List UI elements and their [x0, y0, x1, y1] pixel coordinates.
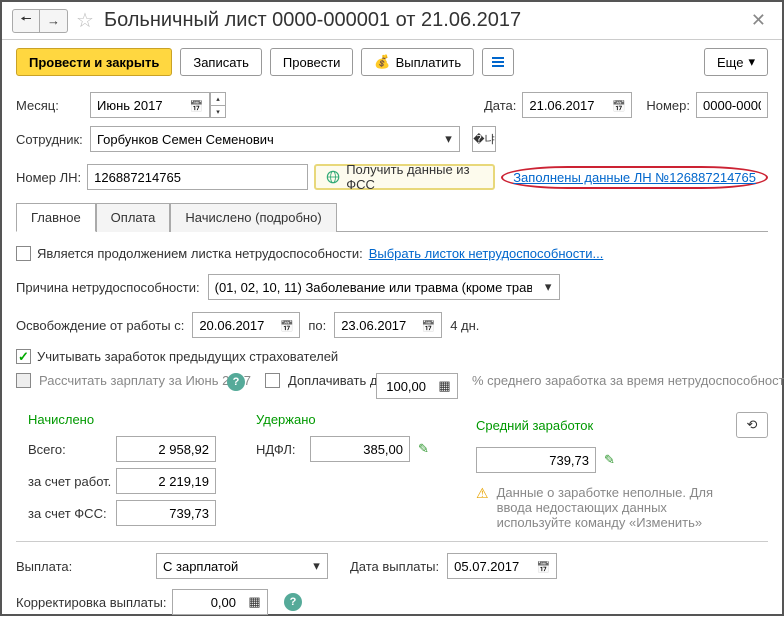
- pay-extra-checkbox[interactable]: [265, 373, 280, 388]
- payout-date-input[interactable]: [447, 553, 531, 579]
- favorite-star-icon[interactable]: ☆: [76, 8, 94, 33]
- calendar-icon: [612, 98, 626, 113]
- nav-back-button[interactable]: 🠔: [12, 9, 40, 33]
- pay-extra-calc[interactable]: ▦: [432, 373, 458, 399]
- ln-filled-link[interactable]: Заполнены данные ЛН №126887214765: [501, 166, 768, 189]
- continuation-label: Является продолжением листка нетрудоспос…: [37, 246, 363, 261]
- continuation-checkbox[interactable]: [16, 246, 31, 261]
- date-calendar-button[interactable]: [606, 92, 632, 118]
- payout-date-calendar[interactable]: [531, 553, 557, 579]
- total-input[interactable]: [116, 436, 216, 462]
- warning-text: Данные о заработке неполные. Для ввода н…: [497, 485, 737, 530]
- reason-input[interactable]: [208, 274, 538, 300]
- more-button[interactable]: Еще ▾: [704, 48, 768, 76]
- tab-accrued[interactable]: Начислено (подробно): [170, 203, 336, 232]
- release-from-label: Освобождение от работы с:: [16, 318, 184, 333]
- window-title: Больничный лист 0000-000001 от 21.06.201…: [104, 9, 745, 32]
- avg-edit-icon[interactable]: ✎: [604, 452, 615, 468]
- close-button[interactable]: ✕: [745, 10, 772, 31]
- chevron-down-icon: ▾: [748, 54, 755, 70]
- tab-main[interactable]: Главное: [16, 203, 96, 232]
- get-fss-data-button[interactable]: Получить данные из ФСС: [314, 164, 495, 190]
- tab-payment[interactable]: Оплата: [96, 203, 171, 232]
- release-to-label: по:: [308, 318, 326, 333]
- correction-input[interactable]: [172, 589, 242, 615]
- payout-input[interactable]: [156, 553, 306, 579]
- ndfl-edit-icon[interactable]: ✎: [418, 441, 429, 457]
- release-to-input[interactable]: [334, 312, 416, 338]
- ndfl-label: НДФЛ:: [256, 442, 302, 457]
- pay-button[interactable]: Выплатить: [361, 48, 474, 76]
- ln-number-label: Номер ЛН:: [16, 170, 81, 185]
- payout-date-label: Дата выплаты:: [350, 559, 439, 574]
- correction-label: Корректировка выплаты:: [16, 595, 164, 610]
- globe-icon: [326, 169, 340, 185]
- prev-insurers-checkbox[interactable]: [16, 349, 31, 364]
- refresh-button[interactable]: ⟲: [736, 412, 768, 438]
- fss-part-label: за счет ФСС:: [16, 506, 108, 521]
- date-label: Дата:: [484, 98, 516, 113]
- correction-calc[interactable]: ▦: [242, 589, 268, 615]
- employee-label: Сотрудник:: [16, 132, 84, 147]
- total-label: Всего:: [16, 442, 108, 457]
- pay-extra-label: Доплачивать до: [288, 373, 368, 388]
- calendar-icon: [280, 318, 294, 333]
- recalc-salary-label: Рассчитать зарплату за Июнь 2017: [39, 373, 219, 388]
- payout-label: Выплата:: [16, 559, 148, 574]
- release-to-calendar[interactable]: [416, 312, 442, 338]
- list-icon: [492, 57, 504, 67]
- avg-header: Средний заработок: [476, 418, 736, 433]
- reason-label: Причина нетрудоспособности:: [16, 280, 200, 295]
- employee-dropdown-button[interactable]: ▾: [438, 126, 460, 152]
- calendar-icon: [537, 559, 551, 574]
- employer-input[interactable]: [116, 468, 216, 494]
- days-label: 4 дн.: [450, 318, 479, 333]
- reason-dropdown-button[interactable]: ▾: [538, 274, 560, 300]
- employer-label: за счет работ.: [16, 474, 108, 489]
- date-input[interactable]: [522, 92, 606, 118]
- month-spinner[interactable]: ▴▾: [210, 92, 226, 118]
- save-button[interactable]: Записать: [180, 48, 262, 76]
- accrued-header: Начислено: [16, 412, 236, 427]
- number-input[interactable]: [696, 92, 768, 118]
- submit-button[interactable]: Провести: [270, 48, 354, 76]
- release-from-input[interactable]: [192, 312, 274, 338]
- month-calendar-button[interactable]: [184, 92, 210, 118]
- release-from-calendar[interactable]: [274, 312, 300, 338]
- warning-icon: ⚠: [476, 485, 489, 502]
- payout-dropdown-button[interactable]: ▾: [306, 553, 328, 579]
- avg-input[interactable]: [476, 447, 596, 473]
- recalc-salary-checkbox: [16, 373, 31, 388]
- percent-note: % среднего заработка за время нетрудоспо…: [472, 373, 712, 388]
- employee-input[interactable]: [90, 126, 438, 152]
- calendar-icon: [422, 318, 436, 333]
- pay-extra-input[interactable]: [376, 373, 432, 399]
- calendar-icon: [190, 98, 204, 113]
- withheld-header: Удержано: [256, 412, 456, 427]
- ln-number-input[interactable]: [87, 164, 308, 190]
- month-input[interactable]: [90, 92, 184, 118]
- fss-part-input[interactable]: [116, 500, 216, 526]
- ndfl-input[interactable]: [310, 436, 410, 462]
- submit-close-button[interactable]: Провести и закрыть: [16, 48, 172, 76]
- help-recalc-button[interactable]: ?: [227, 373, 245, 391]
- month-label: Месяц:: [16, 98, 84, 113]
- choose-sheet-link[interactable]: Выбрать листок нетрудоспособности...: [369, 246, 604, 261]
- number-label: Номер:: [646, 98, 690, 113]
- help-correction-button[interactable]: ?: [284, 593, 302, 611]
- nav-forward-button[interactable]: →: [40, 9, 68, 33]
- money-icon: [374, 54, 390, 70]
- prev-insurers-label: Учитывать заработок предыдущих страховат…: [37, 349, 338, 364]
- employee-open-button[interactable]: �냐: [472, 126, 496, 152]
- list-button[interactable]: [482, 48, 514, 76]
